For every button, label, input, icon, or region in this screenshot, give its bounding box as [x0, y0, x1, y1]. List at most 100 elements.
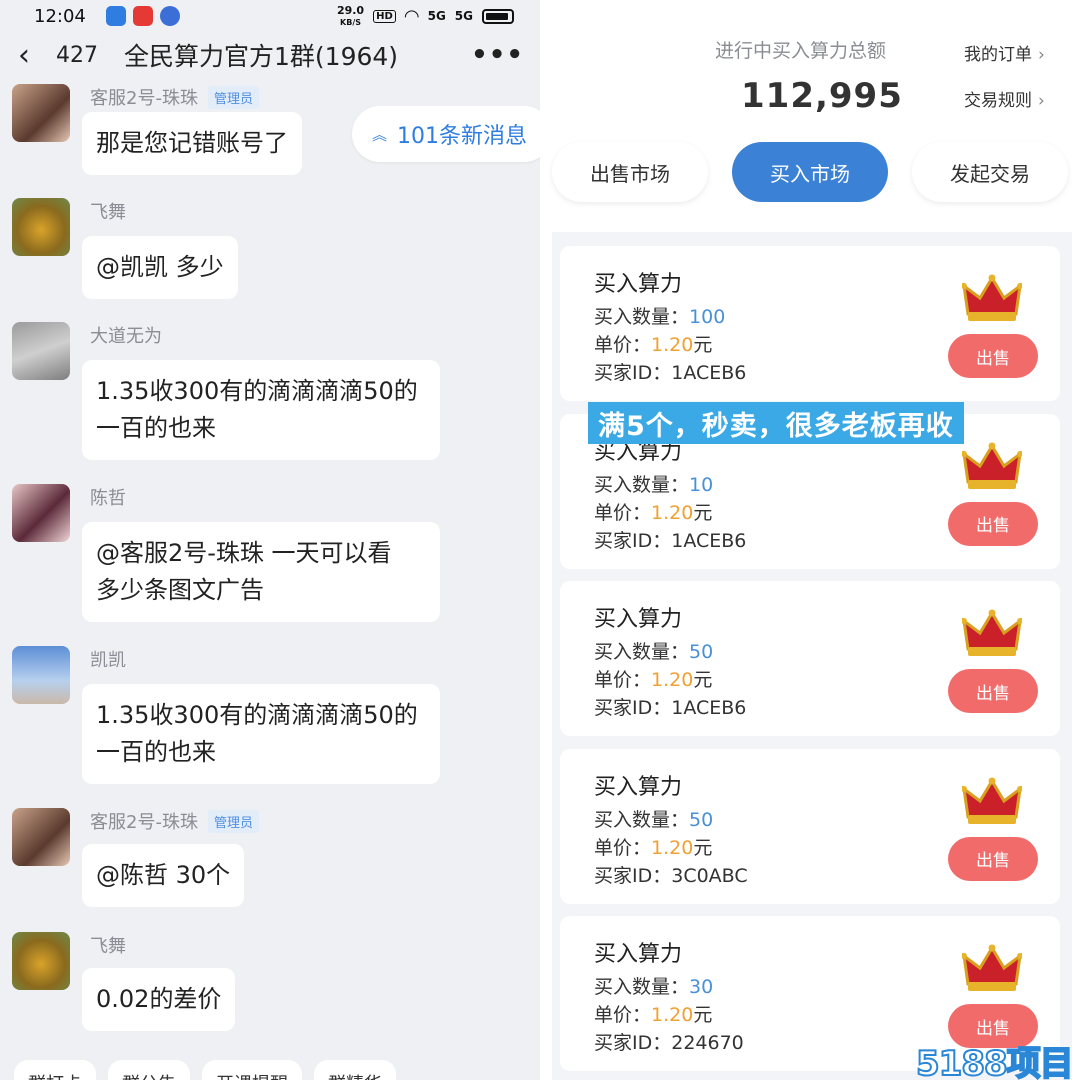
buy-order-card: 买入算力 买入数量：50 单价：1.20元 买家ID：1ACEB6 出售	[560, 581, 1060, 736]
buy-order-list: 买入算力 买入数量：100 单价：1.20元 买家ID：1ACEB6 出售 买入算力 买入数…	[552, 232, 1072, 1080]
message-bubble[interactable]: @凯凯 多少	[82, 236, 238, 299]
sender-row: 客服2号-珠珠 管理员	[90, 808, 259, 834]
net-speed-unit: KB/S	[340, 17, 361, 27]
watermark-logo: 5188项目网	[915, 1043, 1075, 1080]
buyer-label: 买家ID：	[594, 1032, 672, 1054]
crown-icon	[961, 944, 1023, 994]
avatar[interactable]	[12, 198, 70, 256]
price-row: 单价：1.20元	[594, 330, 712, 357]
chat-screen: 12:04 29.0 KB/S HD ◠ 5G 5G ‹ 427 全民算力官方1…	[0, 0, 540, 1080]
buyer-id: 224670	[671, 1032, 744, 1054]
sender-row: 陈哲	[90, 484, 126, 510]
unread-count[interactable]: 427	[56, 43, 98, 68]
sender-name: 客服2号-珠珠	[90, 812, 198, 833]
price-value: 1.20	[651, 501, 694, 524]
double-chevron-up-icon: ︽	[372, 125, 388, 144]
sell-button[interactable]: 出售	[948, 836, 1038, 881]
quick-action-highlights[interactable]: 群精华	[314, 1060, 396, 1080]
message-text: 一百的也来	[96, 738, 216, 766]
buyer-id: 1ACEB6	[671, 362, 747, 384]
baidu-notification-icon	[159, 6, 180, 26]
admin-badge: 管理员	[207, 85, 259, 109]
quantity-value: 10	[689, 473, 714, 496]
chevron-right-icon: ›	[1038, 45, 1045, 65]
buyer-id: 1ACEB6	[671, 529, 747, 552]
quick-action-announcement[interactable]: 群公告	[108, 1060, 190, 1080]
trade-rules-link[interactable]: 交易规则 ›	[964, 86, 1045, 111]
price-label: 单价：	[594, 836, 652, 859]
price-label: 单价：	[594, 669, 652, 691]
crown-icon	[961, 274, 1023, 324]
price-row: 单价：1.20元	[594, 498, 712, 525]
net-speed: 29.0 KB/S	[337, 5, 364, 28]
card-title: 买入算力	[594, 774, 683, 800]
sender-row: 飞舞	[90, 198, 126, 224]
admin-badge: 管理员	[207, 809, 259, 833]
buyer-row: 买家ID：1ACEB6	[594, 358, 746, 385]
my-orders-label: 我的订单	[964, 45, 1032, 65]
quantity-value: 50	[689, 808, 714, 831]
signal-icon: 5G	[427, 9, 446, 23]
avatar[interactable]	[12, 808, 70, 866]
buy-order-card: 买入算力 买入数量：50 单价：1.20元 买家ID：3C0ABC 出售	[560, 748, 1060, 904]
avatar[interactable]	[12, 932, 70, 990]
message-bubble[interactable]: 1.35收300有的滴滴滴滴50的 一百的也来	[82, 684, 440, 784]
message-text: 1.35收300有的滴滴滴滴50的	[96, 701, 418, 729]
quantity-row: 买入数量：50	[594, 637, 713, 664]
avatar[interactable]	[12, 484, 70, 542]
buyer-row: 买家ID：1ACEB6	[594, 526, 746, 553]
sender-name: 客服2号-珠珠	[90, 88, 198, 109]
price-row: 单价：1.20元	[594, 833, 712, 860]
wifi-icon: ◠	[404, 5, 419, 27]
sender-row: 飞舞	[90, 932, 126, 958]
message-bubble[interactable]: @陈哲 30个	[82, 844, 245, 907]
price-row: 单价：1.20元	[594, 665, 712, 692]
card-title: 买入算力	[594, 942, 683, 967]
my-orders-link[interactable]: 我的订单 ›	[964, 40, 1045, 65]
crown-icon	[961, 609, 1023, 659]
crown-icon	[961, 777, 1023, 827]
back-arrow-icon[interactable]: ‹	[18, 38, 46, 73]
buyer-label: 买家ID：	[594, 864, 672, 887]
avatar[interactable]	[12, 646, 70, 704]
quantity-value: 100	[689, 306, 726, 328]
quantity-label: 买入数量：	[594, 473, 690, 496]
quick-actions-bar: 群打卡 群公告 开课提醒 群精华	[0, 1060, 540, 1080]
price-label: 单价：	[594, 501, 652, 524]
tmall-notification-icon	[132, 6, 153, 26]
avatar[interactable]	[12, 322, 70, 380]
more-options-icon[interactable]: •••	[471, 40, 524, 70]
message-bubble[interactable]: 0.02的差价	[82, 968, 236, 1031]
sender-name: 飞舞	[90, 202, 126, 223]
message-text: @陈哲 30个	[96, 861, 231, 889]
message-bubble[interactable]: @客服2号-珠珠 一天可以看 多少条图文广告	[82, 522, 440, 622]
buyer-row: 买家ID：224670	[594, 1028, 744, 1055]
quantity-row: 买入数量：10	[594, 470, 713, 497]
tab-buy-market[interactable]: 买入市场	[732, 142, 888, 202]
price-unit: 元	[693, 501, 713, 524]
sell-button[interactable]: 出售	[948, 334, 1038, 378]
quick-action-checkin[interactable]: 群打卡	[14, 1060, 96, 1080]
message-text: 那是您记错账号了	[96, 129, 288, 157]
buyer-label: 买家ID：	[594, 529, 672, 552]
buy-order-card: 买入算力 买入数量：100 单价：1.20元 买家ID：1ACEB6 出售	[560, 246, 1060, 401]
price-value: 1.20	[651, 1004, 694, 1026]
price-unit: 元	[693, 836, 713, 859]
sender-name: 陈哲	[90, 488, 126, 509]
message-bubble[interactable]: 那是您记错账号了	[82, 112, 302, 175]
total-label: 进行中买入算力总额	[715, 40, 887, 62]
buyer-row: 买家ID：3C0ABC	[594, 861, 748, 888]
quantity-row: 买入数量：100	[594, 302, 725, 329]
market-tabs: 出售市场 买入市场 发起交易	[550, 142, 1080, 202]
price-unit: 元	[693, 334, 713, 356]
avatar[interactable]	[12, 84, 70, 142]
sell-button[interactable]: 出售	[948, 501, 1038, 546]
crown-icon	[961, 442, 1023, 492]
message-bubble[interactable]: 1.35收300有的滴滴滴滴50的 一百的也来	[82, 360, 440, 460]
tab-start-trade[interactable]: 发起交易	[912, 142, 1068, 202]
quick-action-class-reminder[interactable]: 开课提醒	[202, 1060, 302, 1080]
sell-button[interactable]: 出售	[948, 669, 1038, 713]
tab-sell-market[interactable]: 出售市场	[552, 142, 708, 202]
new-messages-button[interactable]: ︽ 101条新消息	[352, 106, 540, 162]
net-speed-value: 29.0	[336, 3, 365, 17]
